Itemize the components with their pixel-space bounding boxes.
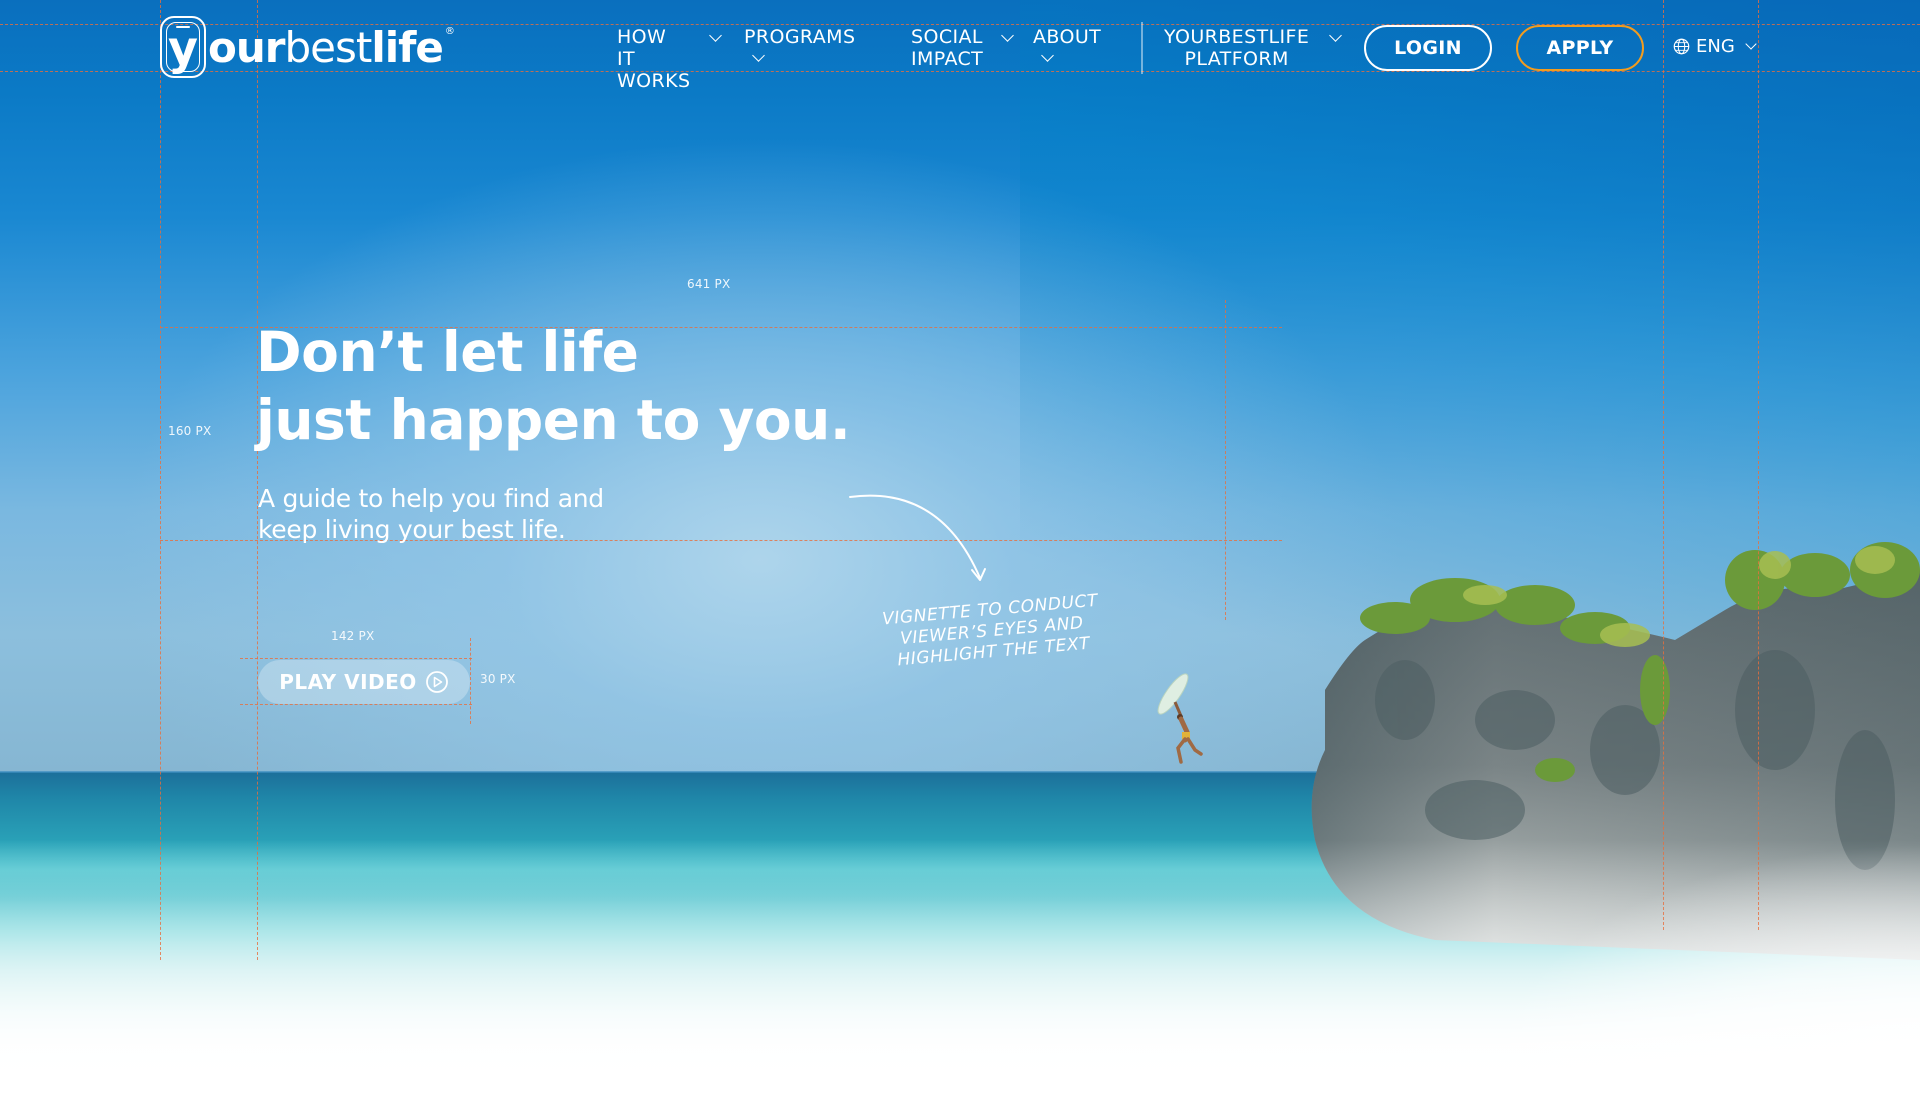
play-video-label: PLAY VIDEO [279,670,417,694]
nav-label: SOCIAL IMPACT [911,26,984,70]
nav-item-about[interactable]: ABOUT [1033,26,1101,70]
chevron-down-icon [1745,37,1757,50]
language-label: ENG [1696,36,1735,57]
nav-label: PROGRAMS [744,26,856,48]
logo-word-our: our [208,23,285,72]
guide-line [160,0,161,960]
site-header: y ourbestlife ® HOW IT WORKS PROGRAMS SOC… [0,0,1920,96]
chevron-down-icon [752,49,765,62]
chevron-down-icon [709,29,722,42]
hero-headline: Don’t let life just happen to you. [256,320,851,452]
guide-line [470,638,471,724]
chevron-down-icon [1041,49,1054,62]
logo-word-life: life [371,23,444,72]
height-measure-label: 160 PX [168,424,212,438]
guide-line [240,704,472,705]
globe-icon [1673,38,1690,55]
nav-label: YOURBESTLIFE PLATFORM [1164,26,1310,70]
language-selector[interactable]: ENG [1673,36,1757,57]
hero-subtitle: A guide to help you find and keep living… [258,484,604,544]
login-button[interactable]: LOGIN [1364,25,1492,71]
logo-badge-icon: y [160,16,206,78]
width-measure-label: 641 PX [687,277,731,291]
brand-logo[interactable]: y ourbestlife ® [160,16,455,78]
chevron-down-icon [1329,29,1342,42]
nav-item-how-it-works[interactable]: HOW IT WORKS [617,26,722,92]
nav-item-platform[interactable]: YOURBESTLIFE PLATFORM [1164,26,1342,70]
chevron-down-icon [1001,29,1014,42]
nav-label: HOW IT WORKS [617,26,691,92]
registered-mark: ® [444,26,455,37]
play-video-button[interactable]: PLAY VIDEO [258,660,470,704]
button-height-label: 30 PX [480,672,516,686]
curved-arrow-icon [849,494,986,581]
apply-button[interactable]: APPLY [1516,25,1644,71]
cliff-jumper-image [1157,673,1203,764]
nav-divider [1141,22,1143,74]
button-width-label: 142 PX [331,629,375,643]
nav-item-social-impact[interactable]: SOCIAL IMPACT [911,26,1014,70]
nav-label: ABOUT [1033,26,1102,48]
guide-line [1758,0,1759,930]
guide-line [1225,300,1226,620]
logo-word-best: best [284,23,372,72]
logo-letter: y [168,21,198,75]
logo-wordmark: ourbestlife ® [208,26,455,69]
guide-line [1663,0,1664,930]
guide-line [240,658,472,659]
guide-line [257,0,258,960]
nav-item-programs[interactable]: PROGRAMS [744,26,855,70]
play-circle-icon [425,671,448,693]
bottom-fade [0,840,1920,1093]
